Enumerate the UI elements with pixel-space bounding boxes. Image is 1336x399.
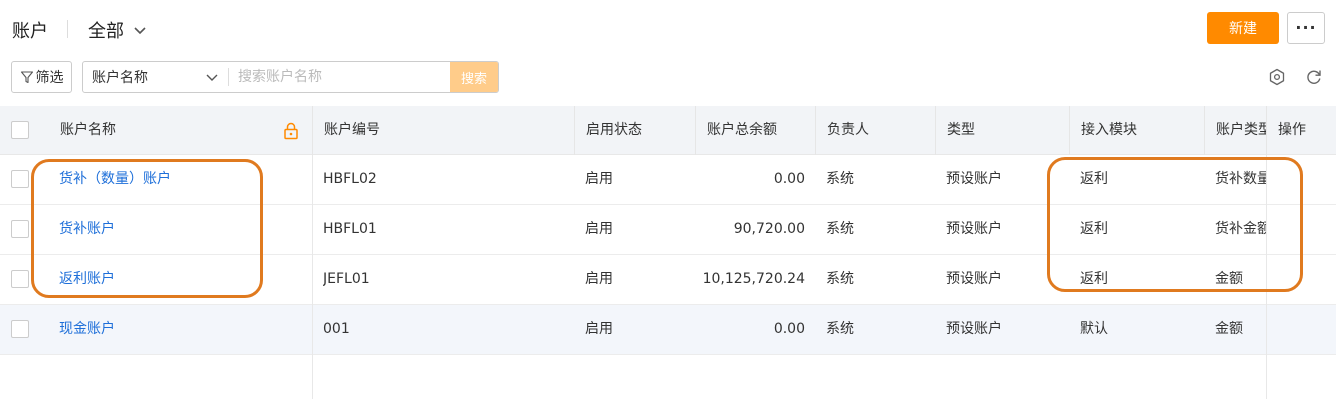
accounts-table: 账户名称 账户编号 启用状态 账户总余额 负责人 类型 接入模块 账户类型 操作… [0, 106, 1336, 399]
module: 返利 [1080, 271, 1108, 287]
table-row: 货补（数量）账户 HBFL02 启用 0.00 系统 预设账户 返利 货补数量 [0, 155, 1336, 205]
settings-icon[interactable] [1267, 67, 1287, 87]
account-type-category: 预设账户 [946, 221, 1002, 237]
column-header[interactable]: 账户类型 [1204, 106, 1266, 155]
column-header[interactable]: 负责人 [815, 106, 935, 155]
row-checkbox[interactable] [11, 170, 29, 188]
refresh-icon[interactable] [1304, 67, 1324, 87]
owner: 系统 [826, 171, 854, 187]
account-name-link[interactable]: 返利账户 [59, 255, 299, 304]
owner: 系统 [826, 221, 854, 237]
column-header[interactable]: 账户总余额 [695, 106, 815, 155]
column-header[interactable]: 账户编号 [312, 106, 574, 155]
account-name-link[interactable]: 货补（数量）账户 [59, 155, 299, 204]
account-code: 001 [323, 321, 350, 337]
row-checkbox[interactable] [11, 270, 29, 288]
page-title: 账户 [12, 21, 48, 42]
filter-label: 筛选 [35, 70, 64, 86]
account-type: 金额 [1215, 271, 1243, 287]
table-row: 货补账户 HBFL01 启用 90,720.00 系统 预设账户 返利 货补金额 [0, 205, 1336, 255]
search-input[interactable] [229, 62, 450, 92]
search-field-select[interactable]: 账户名称 [83, 62, 228, 92]
title-divider [67, 20, 68, 38]
column-header[interactable]: 账户名称 [60, 106, 260, 155]
account-name-link[interactable]: 货补账户 [59, 205, 299, 254]
balance: 10,125,720.24 [702, 271, 805, 287]
account-name-link[interactable]: 现金账户 [59, 305, 299, 354]
account-code: JEFL01 [323, 271, 370, 287]
account-type-category: 预设账户 [946, 271, 1002, 287]
module: 默认 [1080, 321, 1108, 337]
new-button[interactable]: 新建 [1207, 12, 1279, 44]
account-type-category: 预设账户 [946, 171, 1002, 187]
row-checkbox[interactable] [11, 320, 29, 338]
select-all-checkbox[interactable] [11, 121, 29, 139]
table-header: 账户名称 账户编号 启用状态 账户总余额 负责人 类型 接入模块 账户类型 操作 [0, 106, 1336, 155]
module: 返利 [1080, 221, 1108, 237]
account-code: HBFL02 [323, 171, 377, 187]
module: 返利 [1080, 171, 1108, 187]
search-group: 账户名称 搜索 [82, 61, 499, 93]
scope-dropdown[interactable]: 全部 [88, 17, 148, 43]
lock-icon [284, 122, 298, 140]
more-button[interactable]: ··· [1287, 12, 1325, 44]
column-header[interactable]: 启用状态 [574, 106, 695, 155]
account-code: HBFL01 [323, 221, 377, 237]
search-button[interactable]: 搜索 [450, 62, 498, 92]
chevron-down-icon [134, 27, 146, 35]
column-divider [1266, 155, 1267, 399]
filter-button[interactable]: 筛选 [11, 61, 72, 93]
search-field-label: 账户名称 [92, 70, 148, 86]
status: 启用 [585, 321, 613, 337]
column-header[interactable]: 类型 [935, 106, 1069, 155]
scope-label: 全部 [88, 21, 124, 42]
chevron-down-icon [206, 74, 218, 81]
column-header[interactable]: 接入模块 [1069, 106, 1204, 155]
balance: 90,720.00 [733, 221, 805, 237]
more-icon: ··· [1295, 18, 1317, 37]
balance: 0.00 [773, 171, 805, 187]
status: 启用 [585, 221, 613, 237]
account-type-category: 预设账户 [946, 321, 1002, 337]
page-header: 账户 全部 新建 ··· [0, 0, 1336, 56]
column-header: 操作 [1266, 106, 1336, 155]
status: 启用 [585, 271, 613, 287]
column-divider [312, 155, 313, 399]
account-type: 金额 [1215, 321, 1243, 337]
status: 启用 [585, 171, 613, 187]
filter-icon [20, 71, 33, 84]
balance: 0.00 [773, 321, 805, 337]
table-row: 现金账户 001 启用 0.00 系统 预设账户 默认 金额 [0, 305, 1336, 355]
account-type: 货补金额 [1215, 221, 1266, 237]
table-row: 返利账户 JEFL01 启用 10,125,720.24 系统 预设账户 返利 … [0, 255, 1336, 305]
owner: 系统 [826, 271, 854, 287]
account-type: 货补数量 [1215, 171, 1266, 187]
owner: 系统 [826, 321, 854, 337]
row-checkbox[interactable] [11, 220, 29, 238]
